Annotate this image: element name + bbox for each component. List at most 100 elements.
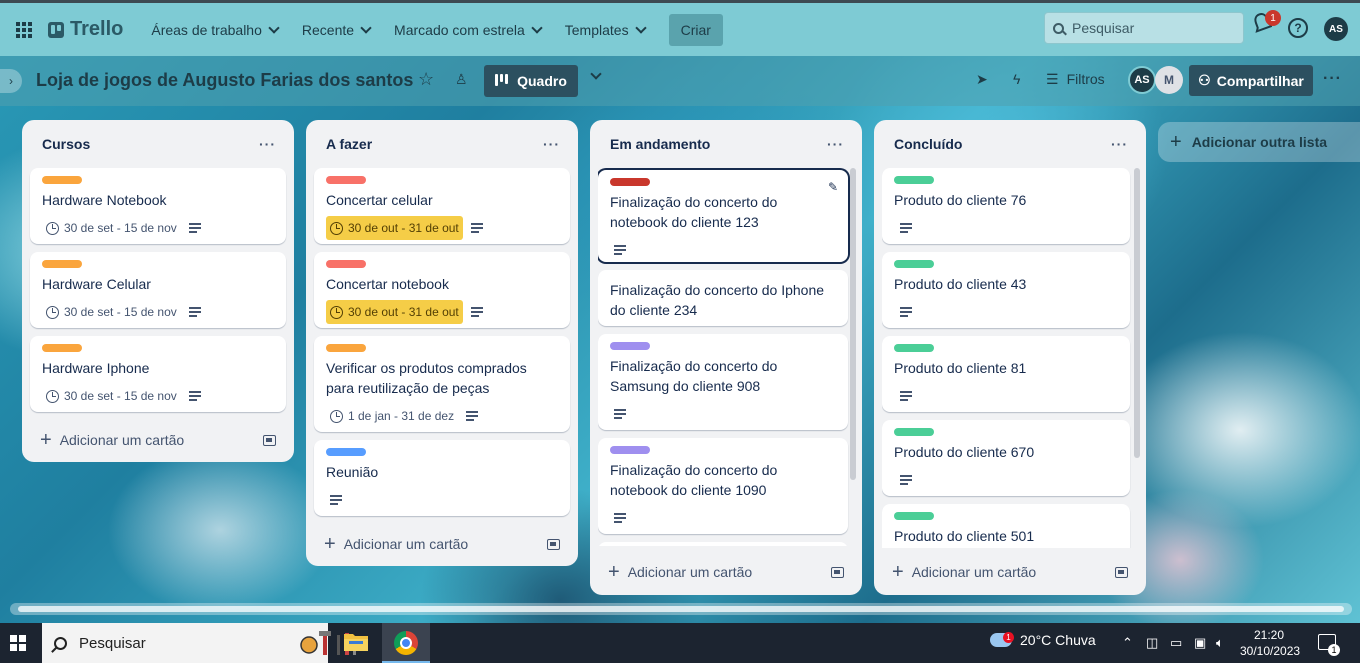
card-title: Concertar celular: [326, 192, 433, 208]
create-from-template-icon[interactable]: [831, 566, 844, 578]
battery-icon[interactable]: ▭: [1170, 635, 1182, 651]
add-card-button[interactable]: + Adicionar um cartão: [30, 420, 286, 460]
card[interactable]: Produto do cliente 670: [882, 420, 1130, 496]
card-label[interactable]: [894, 344, 934, 352]
share-button[interactable]: ⚇ Compartilhar: [1189, 65, 1313, 96]
add-member-icon: ⚇: [1198, 72, 1211, 88]
network-icon[interactable]: ▣: [1194, 635, 1206, 651]
list-menu-icon[interactable]: ···: [543, 136, 560, 152]
sidebar-expand-icon[interactable]: ›: [0, 69, 22, 93]
due-date-badge[interactable]: 30 de set - 15 de nov: [42, 300, 181, 324]
card[interactable]: Produto do cliente 81: [882, 336, 1130, 412]
scrollbar-thumb[interactable]: [18, 606, 1344, 612]
card[interactable]: Finalização do concerto do notebook do c…: [598, 170, 848, 262]
card[interactable]: [598, 542, 848, 546]
due-date-badge[interactable]: 30 de set - 15 de nov: [42, 384, 181, 408]
automation-icon[interactable]: ϟ: [1013, 71, 1020, 87]
nav-workspaces[interactable]: Áreas de trabalho: [139, 14, 290, 46]
card-label[interactable]: [894, 428, 934, 436]
card-label[interactable]: [610, 342, 650, 350]
create-from-template-icon[interactable]: [1115, 566, 1128, 578]
search-input[interactable]: Pesquisar: [1044, 12, 1244, 44]
system-clock[interactable]: 21:20 30/10/2023: [1240, 627, 1300, 659]
add-card-button[interactable]: + Adicionar um cartão: [882, 552, 1138, 592]
card-label[interactable]: [894, 176, 934, 184]
card-label[interactable]: [326, 260, 366, 268]
board-menu-icon[interactable]: ···: [1323, 70, 1342, 88]
card[interactable]: Verificar os produtos comprados para reu…: [314, 336, 570, 432]
view-switcher-chevron-icon[interactable]: [590, 68, 602, 80]
card[interactable]: Concertar notebook 30 de out - 31 de out: [314, 252, 570, 328]
file-explorer-icon[interactable]: [344, 631, 368, 651]
star-icon[interactable]: ☆: [418, 69, 434, 90]
list-title[interactable]: A fazer: [326, 136, 372, 152]
trello-logo[interactable]: Trello: [48, 18, 123, 41]
card-label[interactable]: [42, 260, 82, 268]
list-title[interactable]: Cursos: [42, 136, 90, 152]
app-switcher-icon[interactable]: [8, 14, 40, 46]
card-label[interactable]: [894, 512, 934, 520]
card-label[interactable]: [326, 344, 366, 352]
member-avatar[interactable]: AS: [1128, 66, 1156, 94]
list-menu-icon[interactable]: ···: [259, 136, 276, 152]
card-label[interactable]: [894, 260, 934, 268]
add-card-button[interactable]: + Adicionar um cartão: [598, 552, 854, 592]
card-label[interactable]: [326, 448, 366, 456]
power-ups-icon[interactable]: ➤: [976, 71, 988, 88]
volume-muted-icon[interactable]: 🔈︎: [1216, 635, 1224, 651]
card[interactable]: Concertar celular 30 de out - 31 de out: [314, 168, 570, 244]
board-horizontal-scrollbar[interactable]: [10, 603, 1352, 615]
card[interactable]: Finalização do concerto do Samsung do cl…: [598, 334, 848, 430]
card[interactable]: Finalização do concerto do notebook do c…: [598, 438, 848, 534]
user-avatar[interactable]: AS: [1324, 17, 1348, 41]
view-board-button[interactable]: Quadro: [484, 65, 578, 97]
add-card-button[interactable]: + Adicionar um cartão: [314, 524, 570, 564]
add-list-button[interactable]: + Adicionar outra lista: [1158, 122, 1360, 162]
taskbar-search-input[interactable]: Pesquisar: [42, 623, 356, 663]
edit-pencil-icon[interactable]: ✎: [828, 180, 838, 194]
card-label[interactable]: [42, 344, 82, 352]
help-icon[interactable]: ?: [1288, 18, 1308, 38]
card[interactable]: Finalização do concerto do Iphone do cli…: [598, 270, 848, 326]
board-title[interactable]: Loja de jogos de Augusto Farias dos sant…: [36, 70, 413, 91]
due-date-badge[interactable]: 1 de jan - 31 de dez: [326, 404, 458, 428]
list-title[interactable]: Concluído: [894, 136, 962, 152]
list-menu-icon[interactable]: ···: [827, 136, 844, 152]
create-button[interactable]: Criar: [668, 13, 723, 46]
weather-text: 20°C Chuva: [1020, 632, 1096, 648]
nav-recent[interactable]: Recente: [290, 14, 382, 46]
create-from-template-icon[interactable]: [263, 434, 276, 446]
meet-now-icon[interactable]: ◫: [1146, 635, 1158, 651]
add-card-label: Adicionar um cartão: [911, 564, 1037, 580]
create-from-template-icon[interactable]: [547, 538, 560, 550]
due-date-text: 30 de out - 31 de out: [348, 305, 459, 319]
card[interactable]: Produto do cliente 43: [882, 252, 1130, 328]
nav-templates[interactable]: Templates: [553, 14, 657, 46]
windows-start-icon[interactable]: [10, 635, 26, 651]
card-label[interactable]: [42, 176, 82, 184]
card-label[interactable]: [610, 178, 650, 186]
card[interactable]: Hardware Notebook 30 de set - 15 de nov: [30, 168, 286, 244]
due-date-badge[interactable]: 30 de set - 15 de nov: [42, 216, 181, 240]
card-title: Reunião: [326, 464, 379, 480]
card[interactable]: Produto do cliente 76: [882, 168, 1130, 244]
list-scrollbar[interactable]: [850, 168, 856, 480]
list-scrollbar[interactable]: [1134, 168, 1140, 458]
filters-button[interactable]: ☰ Filtros: [1046, 71, 1105, 88]
list-menu-icon[interactable]: ···: [1111, 136, 1128, 152]
nav-starred[interactable]: Marcado com estrela: [382, 14, 553, 46]
list-title[interactable]: Em andamento: [610, 136, 710, 152]
due-date-badge[interactable]: 30 de out - 31 de out: [326, 300, 463, 324]
workspace-visibility-icon[interactable]: ♙: [455, 71, 468, 88]
card-title: Hardware Celular: [42, 276, 151, 292]
card-label[interactable]: [326, 176, 366, 184]
card-label[interactable]: [610, 446, 650, 454]
card[interactable]: Hardware Celular 30 de set - 15 de nov: [30, 252, 286, 328]
due-date-badge[interactable]: 30 de out - 31 de out: [326, 216, 463, 240]
card[interactable]: Produto do cliente 501: [882, 504, 1130, 548]
card[interactable]: Reunião: [314, 440, 570, 516]
member-avatar[interactable]: M: [1155, 66, 1183, 94]
description-icon: [330, 495, 342, 505]
card[interactable]: Hardware Iphone 30 de set - 15 de nov: [30, 336, 286, 412]
chevron-up-icon[interactable]: ⌃: [1122, 635, 1133, 651]
